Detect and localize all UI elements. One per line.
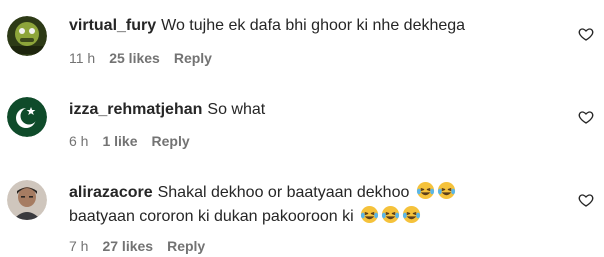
- laughing-crying-emoji: [437, 181, 456, 206]
- comment-text: Wo tujhe ek dafa bhi ghoor ki nhe dekheg…: [161, 17, 466, 34]
- laughing-crying-emoji: [402, 205, 421, 230]
- comment-text: Shakal dekhoo or baatyaan dekhoo: [157, 184, 410, 201]
- laughing-crying-emoji: [416, 181, 435, 206]
- reply-button[interactable]: Reply: [152, 133, 190, 149]
- reply-button[interactable]: Reply: [167, 238, 205, 254]
- heart-outline-icon[interactable]: [578, 26, 594, 42]
- likes-count[interactable]: 25 likes: [109, 50, 160, 66]
- likes-count[interactable]: 27 likes: [102, 238, 153, 254]
- username[interactable]: virtual_fury: [69, 17, 156, 34]
- heart-outline-icon[interactable]: [578, 192, 594, 208]
- comment-1: virtual_fury Wo tujhe ek dafa bhi ghoor k…: [0, 0, 604, 80]
- timestamp[interactable]: 11 h: [69, 50, 95, 66]
- comment-text: baatyaan cororon ki dukan pakooroon ki: [69, 208, 354, 225]
- avatar[interactable]: [7, 16, 47, 56]
- reply-button[interactable]: Reply: [174, 50, 212, 66]
- username[interactable]: izza_rehmatjehan: [69, 101, 202, 118]
- avatar-image: [7, 16, 47, 56]
- avatar[interactable]: [7, 97, 47, 137]
- comment-text-line-2: baatyaan cororon ki dukan pakooroon ki: [69, 205, 421, 230]
- comment-meta: 6 h 1 like Reply: [69, 132, 204, 150]
- comment-3: alirazacore Shakal dekhoo or baatyaan dek…: [0, 160, 604, 257]
- timestamp[interactable]: 6 h: [69, 133, 88, 149]
- comment-meta: 11 h 25 likes Reply: [69, 49, 226, 67]
- comment-text-line: alirazacore Shakal dekhoo or baatyaan dek…: [69, 181, 456, 206]
- comment-text-line: izza_rehmatjehan So what: [69, 100, 265, 120]
- timestamp[interactable]: 7 h: [69, 238, 88, 254]
- avatar-image: [7, 97, 47, 137]
- avatar-image: [7, 180, 47, 220]
- username[interactable]: alirazacore: [69, 184, 153, 201]
- laughing-crying-emoji: [360, 205, 379, 230]
- heart-outline-icon[interactable]: [578, 109, 594, 125]
- likes-count[interactable]: 1 like: [102, 133, 137, 149]
- comment-2: izza_rehmatjehan So what 6 h 1 like Reply: [0, 80, 604, 160]
- comment-meta: 7 h 27 likes Reply: [69, 237, 219, 255]
- comment-text-line: virtual_fury Wo tujhe ek dafa bhi ghoor k…: [69, 16, 465, 36]
- avatar[interactable]: [7, 180, 47, 220]
- comment-text: So what: [207, 101, 266, 118]
- laughing-crying-emoji: [381, 205, 400, 230]
